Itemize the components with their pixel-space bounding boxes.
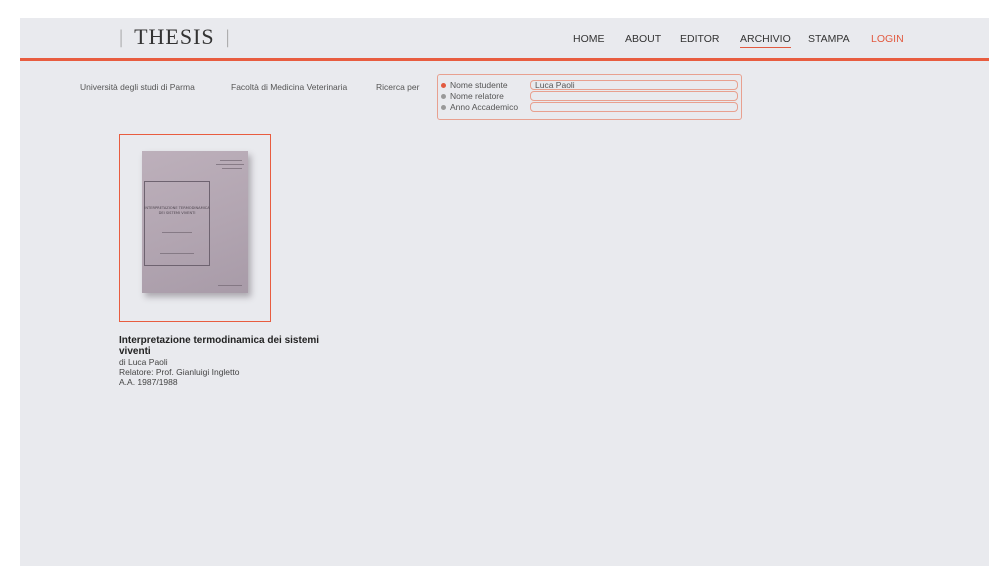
search-row-year[interactable]: Anno Accademico [441,102,741,114]
label-supervisor: Nome relatore [450,91,504,101]
nav-about[interactable]: ABOUT [625,33,661,45]
label-student: Nome studente [450,80,508,90]
cover-line [220,160,242,161]
cover-heading: INTERPRETAZIONE TERMODINAMICA DEI SISTEM… [144,206,210,215]
main-nav: HOME ABOUT EDITOR ARCHIVIO STAMPA LOGIN [20,33,989,49]
cover-line [218,285,242,286]
nav-archivio[interactable]: ARCHIVIO [740,33,791,48]
radio-year[interactable] [441,105,446,110]
cover-line [160,253,194,254]
cover-line [162,232,192,233]
thesis-year: A.A. 1987/1988 [119,377,178,387]
thesis-title[interactable]: Interpretazione termodinamica dei sistem… [119,335,349,357]
thesis-supervisor: Relatore: Prof. Gianluigi Ingletto [119,367,240,377]
academic-year-input[interactable] [530,102,738,112]
radio-supervisor[interactable] [441,94,446,99]
page: | THESIS | HOME ABOUT EDITOR ARCHIVIO ST… [20,18,989,566]
thesis-cover-image: INTERPRETAZIONE TERMODINAMICA DEI SISTEM… [142,151,248,293]
search-by-label: Ricerca per [376,82,420,92]
nav-login[interactable]: LOGIN [871,33,904,45]
nav-stampa[interactable]: STAMPA [808,33,850,45]
thesis-card-thumbnail[interactable]: INTERPRETAZIONE TERMODINAMICA DEI SISTEM… [119,134,271,322]
cover-line [216,164,244,165]
filter-university[interactable]: Università degli studi di Parma [80,82,195,92]
student-name-input[interactable] [530,80,738,90]
cover-line [222,168,242,169]
nav-editor[interactable]: EDITOR [680,33,719,45]
search-panel: Nome studente Nome relatore Anno Accadem… [437,74,742,120]
filter-faculty[interactable]: Facoltà di Medicina Veterinaria [231,82,347,92]
thesis-author: di Luca Paoli [119,357,168,367]
header-divider [20,58,989,61]
thesis-card-info: Interpretazione termodinamica dei sistem… [119,335,349,387]
nav-home[interactable]: HOME [573,33,605,45]
supervisor-name-input[interactable] [530,91,738,101]
radio-student[interactable] [441,83,446,88]
label-year: Anno Accademico [450,102,519,112]
